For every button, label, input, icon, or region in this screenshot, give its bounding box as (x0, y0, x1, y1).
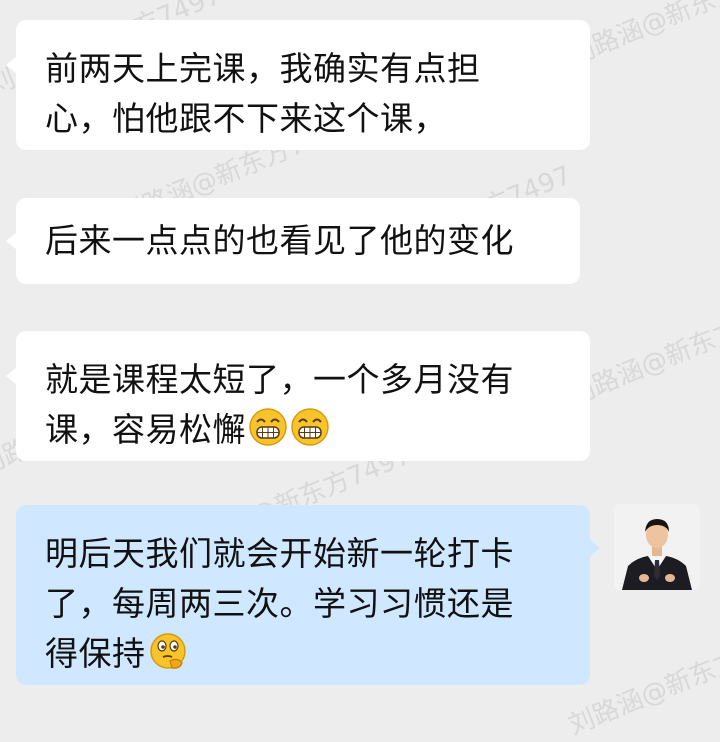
grinning-face-emoji (249, 408, 287, 446)
message-line-text: 课，容易松懈 (45, 410, 246, 449)
bubble-tail (6, 56, 17, 74)
chat-message-outgoing[interactable]: 明后天我们就会开始新一轮打卡 了，每周两三次。学习习惯还是 得保持 (16, 505, 600, 685)
bubble-tail (6, 367, 17, 385)
man-in-suit-avatar-icon (614, 504, 700, 590)
message-line: 前两天上完课，我确实有点担 (45, 49, 481, 88)
message-text: 前两天上完课，我确实有点担 心，怕他跟不下来这个课， (45, 44, 572, 144)
chat-message-incoming[interactable]: 前两天上完课，我确实有点担 心，怕他跟不下来这个课， (6, 20, 590, 150)
bubble-tail (589, 539, 600, 557)
message-line: 课，容易松懈 (45, 405, 572, 455)
thinking-face-emoji (149, 633, 186, 669)
chat-message-incoming[interactable]: 就是课程太短了，一个多月没有 课，容易松懈 (6, 331, 590, 461)
message-line: 得保持 (45, 629, 572, 679)
bubble-tail (6, 232, 17, 250)
message-line: 心，怕他跟不下来这个课， (45, 99, 447, 138)
message-line: 明后天我们就会开始新一轮打卡 (45, 534, 514, 573)
message-text: 就是课程太短了，一个多月没有 课，容易松懈 (45, 355, 572, 455)
message-text: 后来一点点的也看见了他的变化 (45, 216, 562, 266)
user-avatar[interactable] (614, 504, 700, 590)
message-line: 后来一点点的也看见了他的变化 (45, 221, 514, 260)
chat-message-incoming[interactable]: 后来一点点的也看见了他的变化 (6, 198, 580, 284)
grinning-face-emoji (291, 408, 329, 446)
message-text: 明后天我们就会开始新一轮打卡 了，每周两三次。学习习惯还是 得保持 (45, 529, 572, 679)
message-line: 了，每周两三次。学习习惯还是 (45, 584, 514, 623)
message-line-text: 得保持 (45, 634, 146, 673)
message-line: 就是课程太短了，一个多月没有 (45, 360, 514, 399)
